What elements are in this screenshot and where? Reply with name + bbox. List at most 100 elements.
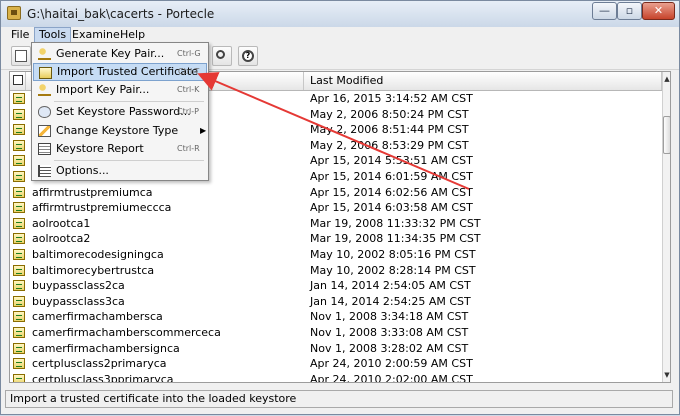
new-keystore-button[interactable] [11, 46, 31, 66]
entry-last-modified: Apr 15, 2014 5:53:51 AM CST [310, 154, 473, 168]
entry-last-modified: Nov 1, 2008 3:28:02 AM CST [310, 341, 469, 355]
table-row[interactable]: camerfirmachambersignca Nov 1, 2008 3:28:… [10, 341, 662, 357]
table-row[interactable]: buypassclass2ca Jan 14, 2014 2:54:05 AM C… [10, 278, 662, 294]
password-icon [38, 106, 51, 118]
trusted-certificate-icon [13, 93, 25, 104]
examine-certificate-button[interactable] [212, 46, 232, 66]
entry-alias: camerfirmachambersignca [32, 341, 180, 355]
entry-last-modified: Jan 14, 2014 2:54:25 AM CST [310, 294, 471, 308]
entry-last-modified: May 10, 2002 8:05:16 PM CST [310, 247, 476, 261]
entry-last-modified: May 2, 2006 8:51:44 PM CST [310, 123, 469, 137]
entry-last-modified: May 10, 2002 8:28:14 PM CST [310, 263, 476, 277]
entry-last-modified: Apr 24, 2010 2:02:00 AM CST [310, 372, 473, 383]
menu-help[interactable]: Help [116, 27, 149, 43]
entry-alias: buypassclass2ca [32, 279, 125, 293]
entry-last-modified: May 2, 2006 8:53:29 PM CST [310, 138, 469, 152]
scroll-up-arrow[interactable]: ▲ [663, 72, 670, 86]
entry-alias: camerfirmachamberscommerceca [32, 325, 221, 339]
menu-item-options[interactable]: Options... [33, 162, 207, 180]
menu-item-set-keystore-password[interactable]: Set Keystore Password... Ctrl-P [33, 103, 207, 121]
entry-type-icon [13, 75, 23, 85]
trusted-certificate-icon [13, 264, 25, 276]
table-row[interactable]: affirmtrustpremiumeccca Apr 15, 2014 6:03… [10, 200, 662, 216]
menu-item-generate-key-pair[interactable]: Generate Key Pair... Ctrl-G [33, 45, 207, 63]
status-bar: Import a trusted certificate into the lo… [5, 390, 673, 408]
scroll-thumb[interactable] [663, 116, 670, 154]
magnifier-icon [216, 50, 225, 59]
trusted-certificate-icon [13, 311, 25, 323]
menu-item-change-keystore-type[interactable]: Change Keystore Type ▶ [33, 122, 207, 140]
menu-bar: File Tools Examine Help [1, 27, 679, 43]
menu-separator [54, 160, 204, 161]
table-row[interactable]: affirmtrustpremiumca Apr 15, 2014 6:02:56… [10, 185, 662, 201]
table-row[interactable]: buypassclass3ca Jan 14, 2014 2:54:25 AM C… [10, 294, 662, 310]
table-row[interactable]: aolrootca2 Mar 19, 2008 11:34:35 PM CST [10, 231, 662, 247]
trusted-certificate-icon [13, 170, 25, 182]
trusted-certificate-icon [13, 108, 25, 120]
menu-file[interactable]: File [7, 27, 33, 43]
table-row[interactable]: aolrootca1 Mar 19, 2008 11:33:32 PM CST [10, 216, 662, 232]
minimize-button[interactable]: — [592, 2, 617, 20]
entry-last-modified: Jan 14, 2014 2:54:05 AM CST [310, 279, 471, 293]
entry-alias: baltimorecodesigningca [32, 247, 164, 261]
menu-item-import-trusted-certificate[interactable]: Import Trusted Certificate... Ctrl-T [33, 63, 209, 81]
trusted-certificate-icon [13, 186, 25, 198]
trusted-certificate-icon [13, 248, 25, 260]
trusted-certificate-icon [13, 326, 25, 338]
table-row[interactable]: certplusclass2primaryca Apr 24, 2010 2:00… [10, 356, 662, 372]
entry-alias: aolrootca2 [32, 232, 91, 246]
close-button[interactable]: ✕ [642, 2, 675, 20]
scroll-down-arrow[interactable]: ▼ [663, 368, 670, 382]
app-window: G:\haitai_bak\cacerts - Portecle — ▫ ✕ F… [0, 0, 680, 415]
entry-alias: affirmtrustpremiumca [32, 185, 153, 199]
entry-last-modified: Apr 16, 2015 3:14:52 AM CST [310, 92, 473, 105]
trusted-certificate-icon [13, 358, 25, 370]
menu-item-import-key-pair[interactable]: Import Key Pair... Ctrl-K [33, 81, 207, 99]
menu-item-keystore-report[interactable]: Keystore Report Ctrl-R [33, 140, 207, 158]
table-row[interactable]: baltimorecybertrustca May 10, 2002 8:28:1… [10, 263, 662, 279]
trusted-certificate-icon [13, 217, 25, 229]
key-pair-icon [38, 48, 51, 60]
portecle-app-icon [7, 6, 21, 20]
submenu-arrow-icon: ▶ [200, 126, 207, 135]
menu-separator [54, 101, 204, 102]
title-bar[interactable]: G:\haitai_bak\cacerts - Portecle — ▫ ✕ [1, 1, 679, 27]
trusted-certificate-icon [13, 233, 25, 245]
entry-last-modified: Mar 19, 2008 11:33:32 PM CST [310, 216, 481, 230]
trusted-certificate-icon [13, 202, 25, 214]
entry-last-modified: May 2, 2006 8:50:24 PM CST [310, 107, 469, 121]
trusted-certificate-icon [13, 342, 25, 354]
trusted-certificate-icon [13, 295, 25, 307]
entry-last-modified: Mar 19, 2008 11:34:35 PM CST [310, 232, 481, 246]
trusted-certificate-icon [13, 124, 25, 136]
menu-tools[interactable]: Tools [34, 27, 72, 43]
column-header-last-modified[interactable]: Last Modified [304, 72, 662, 90]
options-icon [38, 165, 51, 177]
entry-last-modified: Apr 15, 2014 6:02:56 AM CST [310, 185, 473, 199]
entry-alias: certplusclass3pprimaryca [32, 372, 174, 383]
entry-last-modified: Apr 15, 2014 6:03:58 AM CST [310, 201, 473, 215]
entry-last-modified: Apr 24, 2010 2:00:59 AM CST [310, 357, 473, 371]
table-row[interactable]: certplusclass3pprimaryca Apr 24, 2010 2:0… [10, 372, 662, 383]
tools-menu-dropdown: Generate Key Pair... Ctrl-G Import Trust… [31, 42, 209, 181]
entry-alias: aolrootca1 [32, 216, 91, 230]
vertical-scrollbar[interactable]: ▲ ▼ [662, 72, 670, 382]
table-row[interactable]: camerfirmachambersca Nov 1, 2008 3:34:18 … [10, 309, 662, 325]
column-header-type[interactable] [10, 72, 26, 90]
table-row[interactable]: camerfirmachamberscommerceca Nov 1, 2008 … [10, 325, 662, 341]
entry-last-modified: Nov 1, 2008 3:34:18 AM CST [310, 310, 469, 324]
table-row[interactable]: baltimorecodesigningca May 10, 2002 8:05:… [10, 247, 662, 263]
window-title: G:\haitai_bak\cacerts - Portecle [27, 7, 215, 21]
entry-alias: camerfirmachambersca [32, 310, 163, 324]
report-icon [38, 143, 51, 155]
change-type-icon [38, 125, 51, 137]
trusted-certificate-icon [13, 373, 25, 382]
entry-alias: buypassclass3ca [32, 294, 125, 308]
trusted-certificate-icon [13, 139, 25, 151]
import-key-icon [38, 84, 51, 96]
trusted-certificate-icon [13, 280, 25, 292]
maximize-button[interactable]: ▫ [617, 2, 642, 20]
trusted-certificate-icon [13, 155, 25, 167]
entry-alias: affirmtrustpremiumeccca [32, 201, 172, 215]
help-button[interactable]: ? [238, 46, 258, 66]
